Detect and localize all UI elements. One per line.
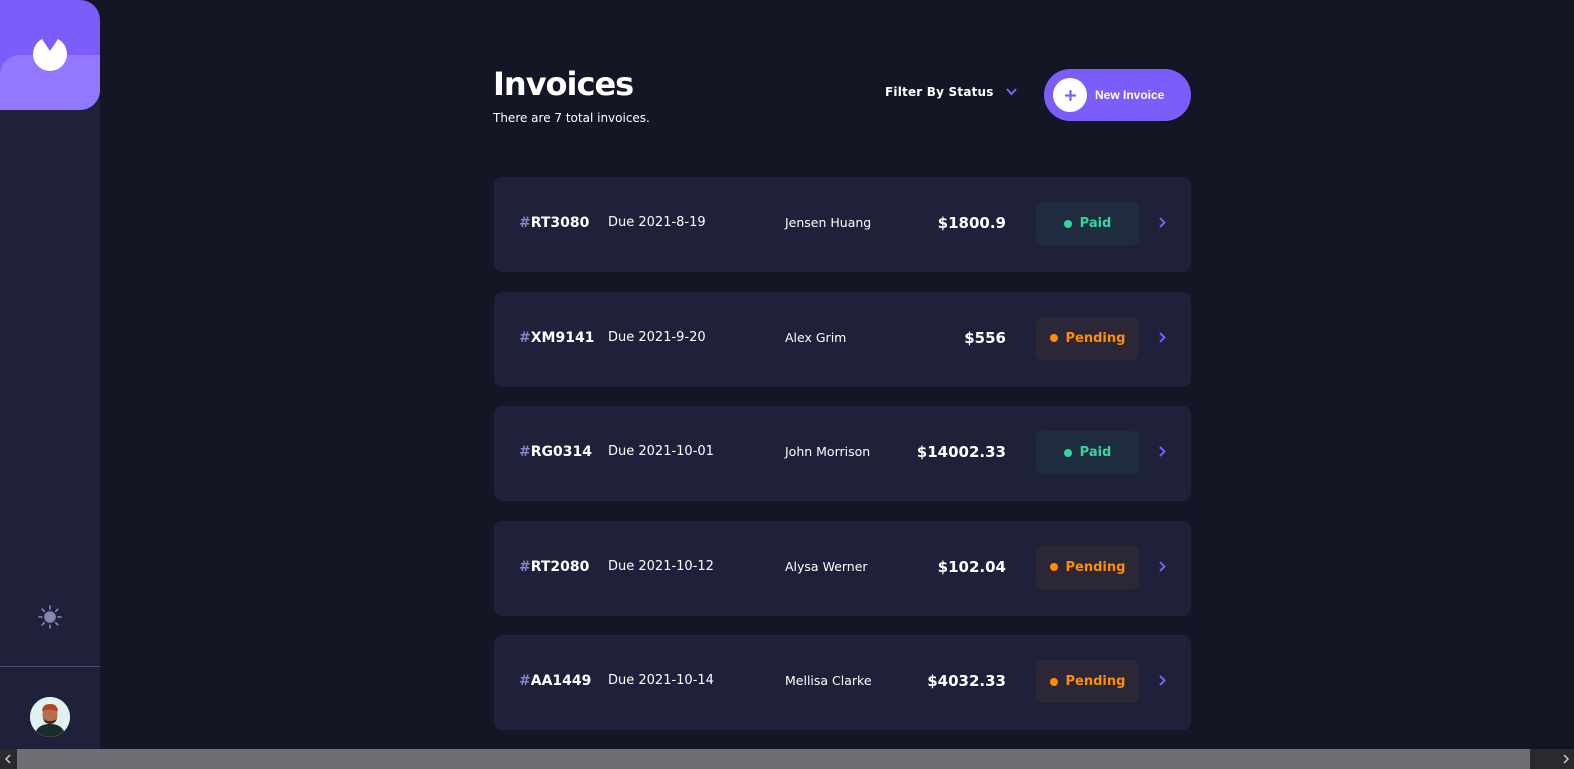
scroll-left-icon[interactable] (3, 754, 13, 764)
invoice-id-hash: # (519, 329, 531, 346)
invoice-id-value: XM9141 (530, 329, 595, 346)
invoice-due-date: Due 2021-9-20 (608, 329, 706, 345)
status-label: Paid (1079, 216, 1112, 231)
status-badge: Paid (1036, 202, 1139, 245)
invoice-id-value: RT2080 (530, 558, 590, 575)
invoice-id: #RG0314 (519, 442, 592, 462)
status-label: Pending (1065, 330, 1126, 346)
invoice-due-date: Due 2021-10-12 (608, 558, 714, 574)
status-label: Paid (1079, 445, 1112, 460)
avatar[interactable] (30, 697, 70, 737)
invoice-client: Alysa Werner (785, 558, 868, 574)
chevron-right-icon (1159, 675, 1166, 686)
invoice-row[interactable]: #XM9141 Due 2021-9-20 Alex Grim $556 Pen… (494, 291, 1191, 387)
horizontal-scrollbar[interactable] (0, 749, 1574, 769)
invoice-id-value: RT3080 (530, 215, 590, 231)
invoice-row[interactable]: #RG0314 Due 2021-10-01 John Morrison $14… (494, 406, 1191, 501)
sidebar (0, 0, 100, 769)
invoice-amount: $4032.33 (927, 672, 1006, 690)
invoice-id: #RT2080 (519, 557, 589, 577)
invoice-row[interactable]: #AA1449 Due 2021-10-14 Mellisa Clarke $4… (494, 635, 1191, 730)
logo[interactable] (0, 0, 100, 110)
invoice-id-hash: # (519, 558, 531, 575)
invoice-id-value: AA1449 (530, 673, 592, 689)
logo-icon (33, 39, 67, 71)
filter-label: Filter By Status (885, 85, 994, 99)
chevron-right-icon (1159, 446, 1166, 457)
invoice-amount: $556 (964, 328, 1006, 347)
status-dot (1049, 677, 1058, 686)
status-badge: Paid (1036, 431, 1139, 474)
status-dot (1049, 334, 1058, 342)
chevron-right-icon (1159, 217, 1166, 228)
status-dot (1063, 448, 1072, 457)
invoice-id: #RT3080 (519, 213, 589, 233)
plus-icon (1064, 89, 1076, 101)
sun-icon[interactable] (37, 604, 63, 630)
invoice-amount: $1800.9 (937, 214, 1006, 232)
invoice-row[interactable]: #RT3080 Due 2021-8-19 Jensen Huang $1800… (494, 177, 1191, 272)
status-badge: Pending (1036, 660, 1139, 703)
invoice-due-date: Due 2021-8-19 (608, 215, 706, 230)
invoice-row[interactable]: #RT2080 Due 2021-10-12 Alysa Werner $102… (494, 520, 1191, 616)
status-badge: Pending (1036, 545, 1139, 589)
invoice-due-date: Due 2021-10-14 (608, 673, 714, 688)
invoice-id-hash: # (519, 673, 531, 689)
status-label: Pending (1065, 674, 1126, 689)
scroll-right-icon[interactable] (1561, 754, 1571, 764)
invoice-client: John Morrison (785, 444, 871, 459)
invoice-id-hash: # (519, 215, 531, 231)
invoice-due-date: Due 2021-10-01 (608, 444, 714, 459)
invoice-list: #RT3080 Due 2021-8-19 Jensen Huang $1800… (494, 177, 1191, 750)
status-badge: Pending (1036, 316, 1139, 360)
invoice-amount: $102.04 (937, 557, 1006, 576)
status-label: Pending (1065, 559, 1126, 575)
chevron-right-icon (1159, 331, 1166, 343)
invoice-id-hash: # (519, 444, 531, 460)
invoice-amount: $14002.33 (916, 443, 1006, 461)
new-invoice-label: New Invoice (1095, 88, 1165, 102)
new-invoice-button[interactable]: New Invoice (1044, 69, 1191, 121)
avatar-image (30, 697, 70, 737)
plus-icon-circle (1053, 78, 1087, 112)
scrollbar-thumb[interactable] (17, 749, 1530, 769)
invoice-id-value: RG0314 (530, 444, 592, 460)
status-dot (1049, 563, 1058, 571)
invoice-id: #AA1449 (519, 671, 591, 691)
page-title: Invoices (493, 65, 634, 103)
invoice-client: Jensen Huang (785, 215, 872, 230)
invoice-id: #XM9141 (519, 328, 594, 348)
invoice-client: Alex Grim (785, 329, 847, 345)
chevron-down-icon (1005, 88, 1017, 96)
filter-by-status-dropdown[interactable]: Filter By Status (885, 85, 1017, 99)
invoice-count: There are 7 total invoices. (493, 111, 650, 125)
status-dot (1063, 219, 1072, 228)
sidebar-divider (0, 666, 100, 667)
invoice-client: Mellisa Clarke (785, 673, 872, 688)
chevron-right-icon (1159, 560, 1166, 572)
